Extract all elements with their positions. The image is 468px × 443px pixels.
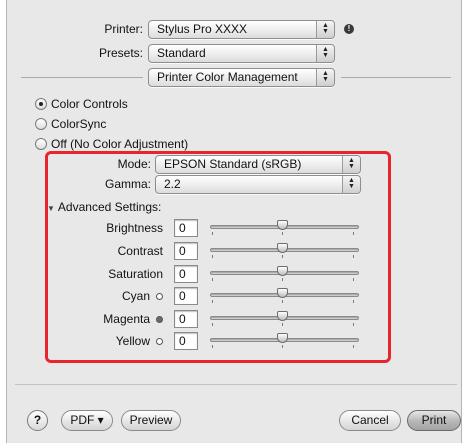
radio-off[interactable]: Off (No Color Adjustment) bbox=[35, 136, 188, 152]
contrast-label: Contrast bbox=[67, 243, 163, 259]
advanced-settings-disclosure[interactable]: ▼ Advanced Settings: bbox=[47, 200, 161, 216]
popup-arrows-icon: ▲ ▼ bbox=[316, 69, 334, 86]
brightness-slider[interactable] bbox=[210, 219, 359, 235]
slider-tick bbox=[212, 232, 213, 235]
presets-label: Presets: bbox=[98, 46, 143, 60]
printer-popup[interactable]: Stylus Pro XXXX ▲ ▼ bbox=[148, 20, 335, 39]
popup-arrows-icon: ▲ ▼ bbox=[316, 45, 334, 62]
popup-arrows-icon: ▲ ▼ bbox=[316, 21, 334, 38]
adjustment-label: Contrast bbox=[117, 244, 163, 258]
radio-icon bbox=[35, 118, 47, 130]
radio-color-controls[interactable]: Color Controls bbox=[35, 96, 128, 112]
magenta-label: Magenta bbox=[67, 311, 163, 327]
adjustment-label: Yellow bbox=[115, 334, 150, 348]
slider-tick bbox=[282, 255, 283, 258]
saturation-field[interactable]: 0 bbox=[174, 265, 198, 283]
radio-icon bbox=[35, 138, 47, 150]
slider-tick bbox=[212, 300, 213, 303]
cyan-dot-icon bbox=[156, 293, 163, 300]
slider-tick bbox=[212, 345, 213, 348]
adjustment-label: Cyan bbox=[121, 289, 150, 303]
magenta-dot-icon bbox=[156, 316, 163, 323]
slider-tick bbox=[212, 278, 213, 281]
radio-selected-icon bbox=[35, 98, 47, 110]
slider-tick bbox=[353, 345, 354, 348]
popup-arrows-icon: ▲ ▼ bbox=[342, 176, 360, 193]
print-dialog: Printer: Stylus Pro XXXX ▲ ▼ ! Presets: S… bbox=[6, 0, 462, 443]
disclosure-triangle-icon: ▼ bbox=[47, 204, 55, 213]
magenta-field[interactable]: 0 bbox=[174, 310, 198, 328]
contrast-field[interactable]: 0 bbox=[174, 242, 198, 260]
slider-tick bbox=[282, 345, 283, 348]
cyan-label: Cyan bbox=[67, 288, 163, 304]
saturation-label: Saturation bbox=[67, 266, 163, 282]
panel-popup-value: Printer Color Management bbox=[157, 70, 298, 84]
slider-tick bbox=[212, 323, 213, 326]
printer-info-icon[interactable]: ! bbox=[344, 24, 354, 34]
magenta-slider[interactable] bbox=[210, 310, 359, 326]
slider-tick bbox=[353, 300, 354, 303]
saturation-slider[interactable] bbox=[210, 265, 359, 281]
slider-tick bbox=[353, 232, 354, 235]
slider-tick bbox=[282, 232, 283, 235]
radio-label: Off (No Color Adjustment) bbox=[51, 137, 189, 151]
yellow-label: Yellow bbox=[67, 333, 163, 349]
gamma-popup-value: 2.2 bbox=[164, 177, 181, 191]
pdf-menu-button[interactable]: PDF ▾ bbox=[61, 410, 113, 431]
preview-button[interactable]: Preview bbox=[121, 410, 181, 431]
print-button[interactable]: Print bbox=[407, 410, 461, 431]
slider-tick bbox=[353, 278, 354, 281]
slider-tick bbox=[282, 323, 283, 326]
presets-popup[interactable]: Standard ▲ ▼ bbox=[148, 44, 335, 63]
cyan-slider[interactable] bbox=[210, 287, 359, 303]
gamma-popup[interactable]: 2.2 ▲ ▼ bbox=[155, 175, 361, 194]
slider-tick bbox=[353, 323, 354, 326]
radio-colorsync[interactable]: ColorSync bbox=[35, 116, 106, 132]
slider-tick bbox=[282, 278, 283, 281]
slider-tick bbox=[212, 255, 213, 258]
contrast-slider[interactable] bbox=[210, 242, 359, 258]
separator-right bbox=[341, 77, 451, 78]
brightness-field[interactable]: 0 bbox=[174, 219, 198, 237]
adjustment-label: Brightness bbox=[106, 221, 163, 235]
printer-popup-value: Stylus Pro XXXX bbox=[157, 22, 248, 36]
mode-popup-value: EPSON Standard (sRGB) bbox=[164, 157, 302, 171]
popup-arrows-icon: ▲ ▼ bbox=[342, 156, 360, 173]
gamma-label: Gamma: bbox=[104, 177, 151, 191]
adjustment-label: Magenta bbox=[103, 312, 150, 326]
yellow-dot-icon bbox=[156, 338, 163, 345]
radio-label: ColorSync bbox=[51, 117, 107, 131]
mode-label: Mode: bbox=[117, 157, 151, 171]
slider-tick bbox=[282, 300, 283, 303]
cyan-field[interactable]: 0 bbox=[174, 287, 198, 305]
brightness-label: Brightness bbox=[67, 220, 163, 236]
bottom-separator bbox=[15, 384, 457, 385]
yellow-slider[interactable] bbox=[210, 332, 359, 348]
cancel-button[interactable]: Cancel bbox=[339, 410, 401, 431]
printer-label: Printer: bbox=[104, 22, 143, 36]
separator-left bbox=[21, 77, 143, 78]
help-button[interactable]: ? bbox=[27, 410, 48, 431]
yellow-field[interactable]: 0 bbox=[174, 332, 198, 350]
mode-popup[interactable]: EPSON Standard (sRGB) ▲ ▼ bbox=[155, 155, 361, 174]
advanced-settings-label: Advanced Settings: bbox=[57, 200, 162, 214]
adjustment-label: Saturation bbox=[108, 267, 163, 281]
slider-tick bbox=[353, 255, 354, 258]
radio-label: Color Controls bbox=[51, 97, 128, 111]
panel-popup[interactable]: Printer Color Management ▲ ▼ bbox=[148, 68, 335, 87]
presets-popup-value: Standard bbox=[157, 46, 206, 60]
